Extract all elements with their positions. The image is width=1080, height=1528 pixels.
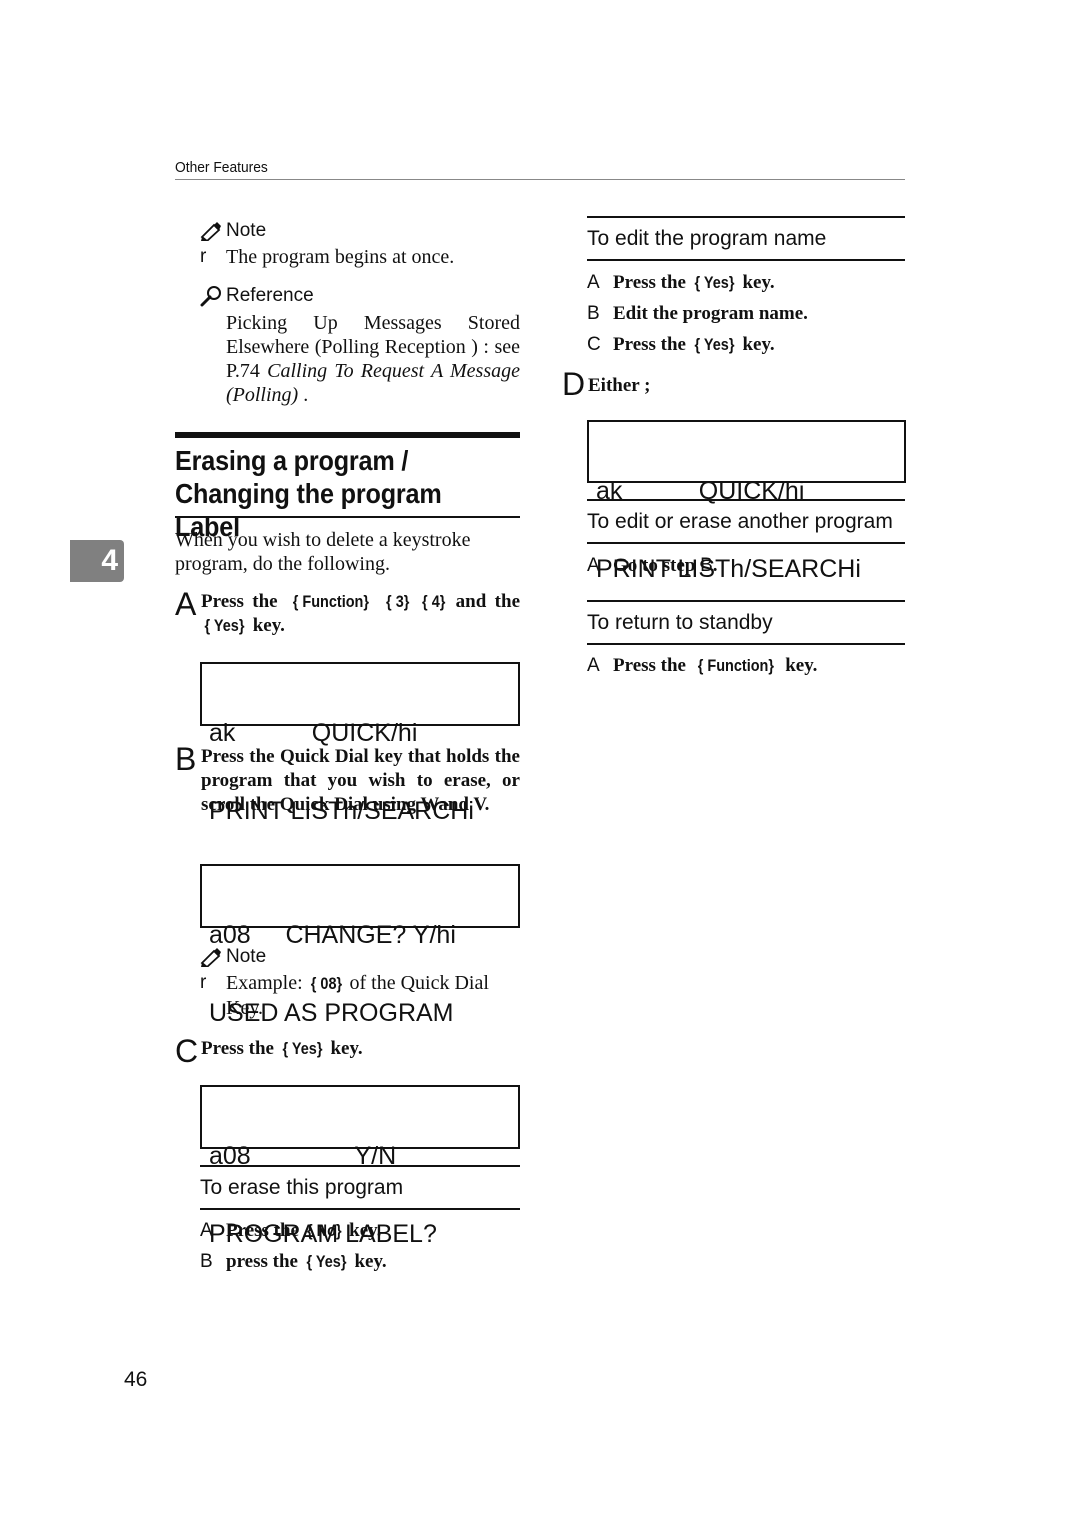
no-key: { No} <box>306 1221 342 1240</box>
note-block: Note r The program begins at once. <box>200 220 520 269</box>
note-heading: Note <box>200 220 520 242</box>
pencil-icon <box>200 947 222 967</box>
step-reference: B <box>700 555 713 576</box>
sub-step: A Press the { No} key. <box>200 1220 382 1241</box>
subsection-rule <box>587 600 905 602</box>
note-heading: Note <box>200 946 520 968</box>
lcd-display: a08 Y/N PROGRAM LABEL? <box>200 1085 520 1247</box>
sub-step: C Press the { Yes} key. <box>587 334 775 355</box>
step-c: C Press the { Yes} key. <box>175 1033 520 1069</box>
yes-key: { Yes} <box>694 273 735 292</box>
step-a: A Press the { Function} { 3} { 4} and th… <box>175 586 520 638</box>
subsection-heading: To return to standby <box>587 611 773 634</box>
sub-step: A Press the { Yes} key. <box>587 272 775 293</box>
reference-heading: Reference <box>200 285 520 307</box>
key-3: { 3} <box>386 592 410 611</box>
subsection-rule <box>587 542 905 544</box>
yes-key: { Yes} <box>306 1252 347 1271</box>
section-top-rule <box>175 432 520 438</box>
erase-steps: A Press the { No} key. B press the { Yes… <box>200 1219 520 1274</box>
subsection-rule <box>200 1208 520 1210</box>
section-intro: When you wish to delete a keystroke prog… <box>175 529 471 575</box>
note-block: Note r Example: { 08} of the Quick Dial … <box>200 946 520 1020</box>
step-letter: C <box>175 1033 199 1069</box>
reference-text: Picking Up Messages Stored Elsewhere (Po… <box>226 312 520 406</box>
key-4: { 4} <box>421 592 446 611</box>
lcd-display: ak QUICK/hi PRINT LISTh/SEARCHi <box>200 662 520 824</box>
lcd-display: ak QUICK/hi PRINT LISTh/SEARCHi <box>587 420 906 582</box>
header-rule <box>175 179 905 180</box>
subsection-rule <box>587 216 905 218</box>
lcd-line-1: a08 CHANGE? Y/hi <box>209 921 456 949</box>
note-item: r The program begins at once. <box>200 246 455 268</box>
subsection-heading: To edit the program name <box>587 227 827 250</box>
magnifier-icon <box>200 285 222 307</box>
quick-dial-08-key: { 08} <box>310 974 342 993</box>
step-letter: A <box>175 586 197 622</box>
yes-key: { Yes} <box>694 335 735 354</box>
edit-name-steps: A Press the { Yes} key. B Edit the progr… <box>587 271 905 357</box>
sub-step: B Edit the program name. <box>587 303 808 324</box>
subsection-rule <box>200 1165 520 1167</box>
yes-key: { Yes} <box>204 616 245 635</box>
function-key: { Function} <box>292 592 369 611</box>
reference-block: Reference Picking Up Messages Stored Els… <box>200 285 520 407</box>
step-text: Press the { Yes} key. <box>201 1038 363 1059</box>
pencil-icon <box>200 221 222 241</box>
sub-step: A Press the { Function} key. <box>587 655 818 676</box>
step-letter: D <box>562 366 586 402</box>
subsection-heading: To edit or erase another program <box>587 510 893 533</box>
subsection-heading: To erase this program <box>200 1176 404 1199</box>
bullet-marker: r <box>200 246 207 267</box>
step-b: B Press the Quick Dial key that holds th… <box>175 741 520 817</box>
sub-step: B press the { Yes} key. <box>200 1251 387 1272</box>
step-text: Press the Quick Dial key that holds the … <box>201 746 520 815</box>
step-text: Press the { Function} { 3} { 4} and the … <box>201 591 520 636</box>
subsection-rule <box>587 499 905 501</box>
sub-step: A Go to step B. <box>587 555 718 576</box>
note-item: r Example: { 08} of the Quick Dial Key. <box>200 972 489 1019</box>
page-number: 46 <box>124 1368 148 1391</box>
chapter-tab: 4 <box>70 540 124 582</box>
subsection-rule <box>587 259 905 261</box>
subsection-rule <box>587 643 905 645</box>
section-bottom-rule <box>175 516 520 518</box>
bullet-marker: r <box>200 972 207 993</box>
lcd-line-1: ak QUICK/hi <box>209 719 418 747</box>
step-text: Either ; <box>588 375 651 396</box>
running-head: Other Features <box>175 159 268 176</box>
yes-key: { Yes} <box>282 1039 323 1058</box>
reference-link[interactable]: Calling To Request A Message (Polling) <box>226 360 520 406</box>
step-letter: B <box>175 741 197 777</box>
function-key: { Function} <box>697 656 774 675</box>
step-d: D Either ; <box>562 366 905 402</box>
lcd-display: a08 CHANGE? Y/hi USED AS PROGRAM <box>200 864 520 1026</box>
